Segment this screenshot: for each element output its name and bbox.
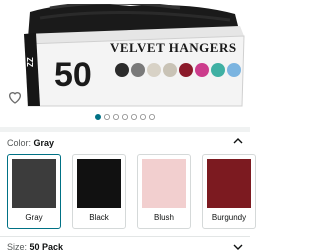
- heart-icon[interactable]: [7, 89, 23, 105]
- swatch-gray-chip: [12, 159, 56, 208]
- carousel-dot-active[interactable]: [95, 114, 102, 120]
- swatch-burgundy-label: Burgundy: [211, 213, 247, 222]
- size-selector-header[interactable]: Size: 50 Pack: [7, 242, 63, 252]
- swatch-gray-label: Gray: [25, 213, 43, 222]
- pack-count-text: 50: [54, 56, 92, 94]
- headline-text: VELVET HANGERS: [110, 40, 237, 55]
- swatch-gray[interactable]: Gray: [7, 154, 61, 229]
- hanger-color-dot: [179, 63, 193, 77]
- swatch-blush-label: Blush: [153, 213, 174, 222]
- color-swatch-list: Gray Black Blush Burgundy: [0, 154, 256, 230]
- color-selector-header: Color: Gray: [7, 138, 54, 148]
- carousel-dot[interactable]: [122, 114, 129, 120]
- hanger-color-dot: [195, 63, 209, 77]
- size-selected-value: 50 Pack: [29, 242, 64, 252]
- swatch-black-label: Black: [89, 213, 109, 222]
- swatch-blush[interactable]: Blush: [137, 154, 191, 229]
- swatch-burgundy-chip: [207, 159, 251, 208]
- carousel-dot[interactable]: [130, 114, 137, 120]
- carousel-dot[interactable]: [104, 114, 111, 120]
- color-selected-value: Gray: [33, 138, 55, 148]
- carousel-dot[interactable]: [139, 114, 146, 120]
- section-divider: [0, 127, 250, 132]
- swatch-black-chip: [77, 159, 121, 208]
- brand-mark: ZZ: [26, 57, 35, 67]
- swatch-burgundy[interactable]: Burgundy: [202, 154, 256, 229]
- hanger-color-dot: [163, 63, 177, 77]
- hanger-color-dot: [131, 63, 145, 77]
- hanger-color-dot: [227, 63, 241, 77]
- chevron-up-icon[interactable]: [233, 137, 243, 145]
- product-box-illustration: ZZ 50 VELVET HANGERS: [24, 4, 245, 107]
- product-image[interactable]: ZZ 50 VELVET HANGERS: [0, 0, 250, 108]
- swatch-black[interactable]: Black: [72, 154, 126, 229]
- hanger-color-dot: [115, 63, 129, 77]
- carousel-dot[interactable]: [148, 114, 155, 120]
- carousel-dot[interactable]: [113, 114, 120, 120]
- swatch-blush-chip: [142, 159, 186, 208]
- hanger-color-dot: [147, 63, 161, 77]
- color-label: Color:: [7, 138, 32, 148]
- size-label: Size:: [7, 242, 28, 252]
- hanger-color-dot: [211, 63, 225, 77]
- carousel-indicator[interactable]: [0, 113, 250, 121]
- section-divider: [0, 236, 250, 237]
